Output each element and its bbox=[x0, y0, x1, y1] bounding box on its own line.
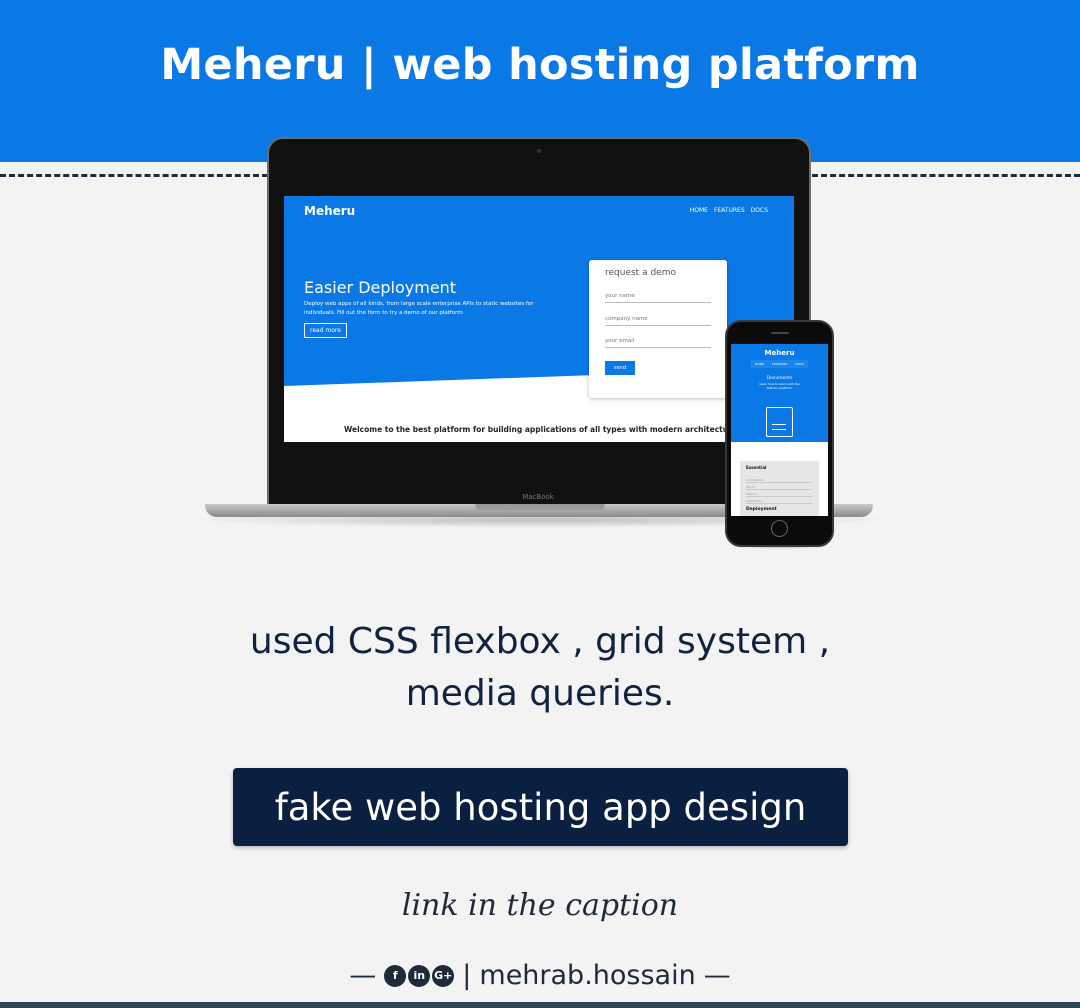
social-icons: f in G+ bbox=[384, 964, 455, 987]
mockup-nav-home: HOME bbox=[689, 207, 708, 214]
phone-doc-sub: learn how to work with the Meheru platfo… bbox=[759, 382, 800, 390]
facebook-icon[interactable]: f bbox=[384, 964, 407, 987]
mockup-demo-form: request a demo your name company name yo… bbox=[589, 260, 727, 398]
mockup-send-button: send bbox=[605, 361, 636, 375]
footer-dash-right: — bbox=[703, 960, 731, 991]
google-plus-icon[interactable]: G+ bbox=[432, 964, 455, 987]
phone-nav-features: FEATURES bbox=[772, 362, 788, 366]
phone-list-item: Installation bbox=[746, 499, 812, 504]
dashed-divider-right bbox=[812, 174, 1080, 177]
laptop-screen: Meheru HOME FEATURES DOCS Easier Deploym… bbox=[284, 196, 794, 442]
page-title: Meheru | web hosting platform bbox=[160, 40, 920, 90]
laptop-notch bbox=[475, 504, 605, 510]
mockup-hero-heading: Easier Deployment bbox=[304, 278, 457, 297]
phone-nav-home: HOME bbox=[754, 362, 765, 366]
phone-section-heading: Essential bbox=[746, 465, 767, 470]
feature-subtitle: used CSS flexbox , grid system , media q… bbox=[0, 616, 1080, 720]
mockup-hero-text: Deploy web apps of all kinds, from large… bbox=[304, 301, 534, 316]
mockup-nav: HOME FEATURES DOCS bbox=[690, 207, 768, 214]
mockup-name-field: your name bbox=[605, 293, 711, 303]
mockup-company-field: company name bbox=[605, 316, 711, 326]
mockup-nav-features: FEATURES bbox=[713, 207, 745, 214]
phone-home-button bbox=[771, 520, 788, 537]
caption-note: link in the caption bbox=[401, 888, 679, 923]
phone-brand: Meheru bbox=[764, 349, 795, 357]
phone-nav-docs: DOCS bbox=[795, 362, 805, 366]
phone-screen: Meheru HOME FEATURES DOCS Documents lear… bbox=[731, 344, 828, 516]
cta-banner: fake web hosting app design bbox=[233, 768, 848, 846]
footer-credit: — f in G+ | mehrab.hossain — bbox=[0, 960, 1080, 991]
phone-doc-title: Documents bbox=[766, 376, 793, 381]
phone-list-item: About bbox=[746, 485, 812, 490]
mockup-read-more-button: read more bbox=[304, 323, 347, 338]
laptop-camera bbox=[537, 149, 541, 153]
dashed-divider-left bbox=[0, 174, 268, 177]
phone-speaker bbox=[771, 332, 789, 334]
phone-list-item: Introduction bbox=[746, 478, 812, 483]
subtitle-line-1: used CSS flexbox , grid system , bbox=[249, 621, 831, 662]
mockup-welcome-text: Welcome to the best platform for buildin… bbox=[344, 425, 788, 434]
footer-separator: | bbox=[462, 960, 472, 991]
phone-doc-heading: Documents learn how to work with the Meh… bbox=[731, 376, 828, 390]
mockup-nav-docs: DOCS bbox=[750, 207, 768, 214]
footer-dash-left: — bbox=[349, 960, 377, 991]
mockup-form-title: request a demo bbox=[605, 268, 676, 278]
laptop-label: MacBook bbox=[522, 493, 554, 501]
phone-nav: HOME FEATURES DOCS bbox=[751, 360, 808, 368]
mockup-brand: Meheru bbox=[304, 204, 356, 218]
author-handle: mehrab.hossain bbox=[479, 960, 696, 991]
subtitle-line-2: media queries. bbox=[405, 673, 675, 714]
phone-list-item: Meheru bbox=[746, 492, 812, 497]
mockup-email-field: your email bbox=[605, 338, 711, 348]
linkedin-icon[interactable]: in bbox=[408, 964, 431, 987]
bottom-bar bbox=[0, 1002, 1080, 1008]
phone-section2-heading: Deployment bbox=[746, 507, 777, 512]
document-icon bbox=[766, 407, 793, 437]
